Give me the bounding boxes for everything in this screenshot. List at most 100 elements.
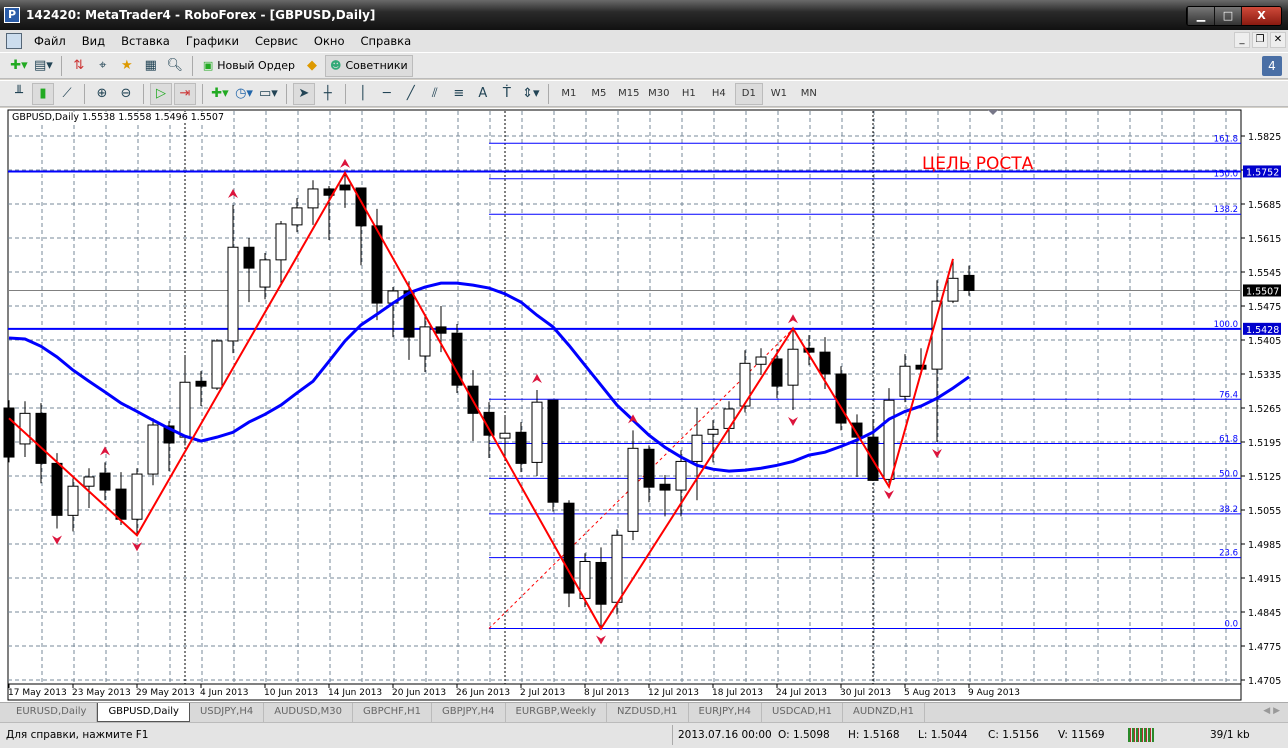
new-order-button[interactable]: ▣ Новый Ордер [199, 55, 299, 77]
status-open: O: 1.5098 [778, 729, 830, 741]
vertical-line-button[interactable]: │ [352, 83, 374, 105]
line-chart-button[interactable]: ⟋ [56, 83, 78, 105]
text-label-button[interactable]: Ṫ [496, 83, 518, 105]
app-icon: P [4, 7, 20, 23]
close-button[interactable]: X [1241, 7, 1281, 25]
chart-tab[interactable]: AUDUSD,M30 [264, 703, 353, 722]
candle-bullish [211, 340, 223, 389]
timeframe-m5[interactable]: M5 [585, 83, 613, 105]
new-chart-button[interactable]: ✚▾ [8, 55, 30, 77]
fibonacci-level-label: 0.0 [1224, 620, 1238, 630]
bid-price: 1.5507 [1246, 286, 1279, 297]
menu-view[interactable]: Вид [74, 34, 113, 48]
tab-scroll-arrows[interactable]: ◀ ▶ [1263, 706, 1280, 716]
candle-bullish [947, 277, 959, 302]
zoom-in-button[interactable]: ⊕ [91, 83, 113, 105]
mdi-minimize-button[interactable]: _ [1234, 32, 1250, 48]
menu-window[interactable]: Окно [306, 34, 353, 48]
menu-help[interactable]: Справка [352, 34, 419, 48]
candle-bearish [659, 483, 671, 491]
candle-bullish [723, 408, 735, 429]
templates-button[interactable]: ▭▾ [257, 83, 280, 105]
horizontal-line-button[interactable]: ─ [376, 83, 398, 105]
y-tick-label: 1.5685 [1248, 200, 1281, 211]
zoom-out-button[interactable]: ⊖ [115, 83, 137, 105]
experts-button[interactable]: ☻ Советники [325, 54, 413, 77]
arrows-button[interactable]: ⇕▾ [520, 83, 542, 105]
tester-button[interactable]: 🔍︎ [164, 55, 186, 77]
crosshair-button[interactable]: ┼ [317, 83, 339, 105]
chart-tab[interactable]: USDJPY,H4 [190, 703, 265, 722]
candle-bullish [275, 223, 287, 261]
chart-shift-button[interactable]: ⇥ [174, 82, 196, 105]
menu-insert[interactable]: Вставка [113, 34, 178, 48]
templates-icon: ▭▾ [259, 86, 278, 101]
timeframe-m15[interactable]: M15 [615, 83, 643, 105]
separator [547, 83, 549, 104]
minimize-button[interactable]: ▁ [1187, 7, 1214, 25]
fibonacci-button[interactable]: ≡ [448, 83, 470, 105]
fibonacci-level-label: 23.6 [1219, 549, 1238, 559]
price-chart[interactable]: 1.58251.57551.56851.56151.55451.54751.54… [0, 108, 1288, 702]
indicators-button[interactable]: ✚▾ [209, 83, 231, 105]
candlestick-button[interactable]: ▮ [32, 82, 54, 105]
y-tick-label: 1.4915 [1248, 574, 1281, 585]
chart-tab[interactable]: USDCAD,H1 [762, 703, 843, 722]
market-watch-button[interactable]: ⇅ [68, 55, 90, 77]
chart-tab[interactable]: AUDNZD,H1 [843, 703, 925, 722]
text-button[interactable]: A [472, 83, 494, 105]
timeframe-w1[interactable]: W1 [765, 83, 793, 105]
target-annotation: ЦЕЛЬ РОСТА [922, 154, 1034, 174]
y-tick-label: 1.5265 [1248, 404, 1281, 415]
candle-bearish [435, 326, 447, 334]
chart-tab[interactable]: EURUSD,Daily [6, 703, 98, 722]
profiles-button[interactable]: ▤▾ [32, 55, 55, 77]
maximize-button[interactable]: □ [1214, 7, 1241, 25]
bar-chart-button[interactable]: ╨ [8, 83, 30, 105]
candle-bearish [115, 488, 127, 520]
mdi-restore-button[interactable]: ❐ [1252, 32, 1268, 48]
chart-tab[interactable]: GBPCHF,H1 [353, 703, 432, 722]
terminal-button[interactable]: ▦ [140, 55, 162, 77]
chart-tab[interactable]: NZDUSD,H1 [607, 703, 689, 722]
timeframe-h4[interactable]: H4 [705, 83, 733, 105]
x-tick-label: 29 May 2013 [136, 688, 195, 698]
menu-charts[interactable]: Графики [178, 34, 247, 48]
candle-bullish [131, 473, 143, 520]
data-window-button[interactable]: ⌖ [92, 55, 114, 77]
notifications-badge[interactable]: 4 [1262, 56, 1282, 76]
navigator-button[interactable]: ★ [116, 55, 138, 77]
metaeditor-button[interactable]: ◆ [301, 55, 323, 77]
separator [60, 55, 62, 76]
separator [84, 83, 85, 104]
menu-file[interactable]: Файл [26, 34, 74, 48]
candle-bullish [675, 460, 687, 491]
autoscroll-button[interactable]: ▷ [150, 82, 172, 105]
timeframe-m1[interactable]: M1 [555, 83, 583, 105]
y-tick-label: 1.4775 [1248, 642, 1281, 653]
fibonacci-level-label: 76.4 [1219, 390, 1238, 400]
timeframe-d1[interactable]: D1 [734, 82, 763, 105]
timeframe-h1[interactable]: H1 [675, 83, 703, 105]
x-tick-label: 18 Jul 2013 [712, 688, 763, 698]
chart-tab[interactable]: EURGBP,Weekly [506, 703, 608, 722]
equidistant-channel-button[interactable]: ⫽ [424, 83, 446, 105]
chart-window[interactable]: 1.58251.57551.56851.56151.55451.54751.54… [0, 108, 1288, 702]
chart-tab[interactable]: EURJPY,H4 [689, 703, 763, 722]
chart-tab[interactable]: GBPJPY,H4 [432, 703, 506, 722]
x-tick-label: 30 Jul 2013 [840, 688, 891, 698]
y-tick-label: 1.5405 [1248, 336, 1281, 347]
mdi-close-button[interactable]: ✕ [1270, 32, 1286, 48]
y-tick-label: 1.5615 [1248, 234, 1281, 245]
periods-button[interactable]: ◷▾ [233, 83, 255, 105]
profiles-icon: ▤▾ [34, 58, 53, 73]
chart-legend: GBPUSD,Daily 1.5538 1.5558 1.5496 1.5507 [12, 112, 225, 123]
x-tick-label: 17 May 2013 [8, 688, 67, 698]
chart-tab[interactable]: GBPUSD,Daily [97, 703, 190, 722]
trendline-button[interactable]: ╱ [400, 83, 422, 105]
timeframe-mn[interactable]: MN [795, 83, 823, 105]
timeframe-m30[interactable]: M30 [645, 83, 673, 105]
menu-tools[interactable]: Сервис [247, 34, 306, 48]
cursor-button[interactable]: ➤ [292, 82, 315, 105]
x-tick-label: 2 Jul 2013 [520, 688, 565, 698]
